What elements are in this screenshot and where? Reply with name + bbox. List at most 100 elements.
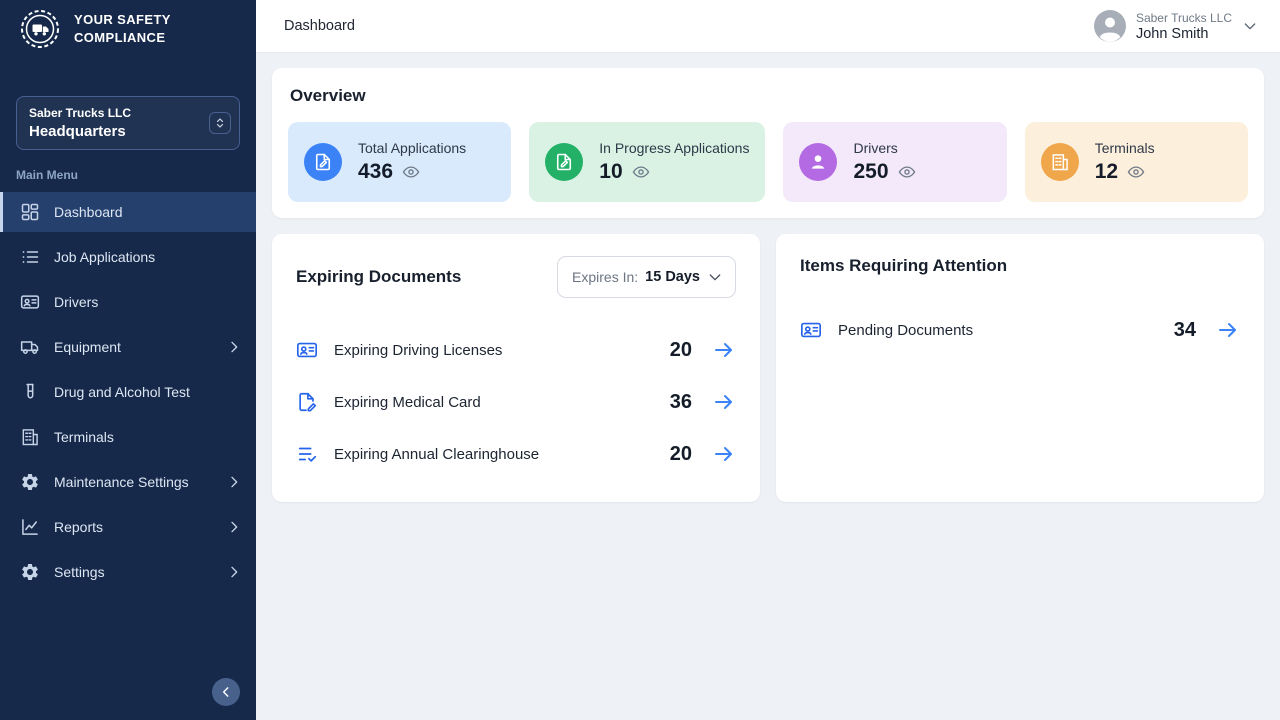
arrow-right-icon[interactable] — [712, 442, 736, 466]
stat-value: 12 — [1095, 160, 1118, 184]
chevron-right-icon — [226, 519, 242, 535]
sidebar-item-drivers[interactable]: Drivers — [0, 282, 256, 322]
brand: YOUR SAFETY COMPLIANCE — [0, 0, 256, 58]
expires-in-select[interactable]: Expires In: 15 Days — [557, 256, 736, 298]
file-edit-icon — [304, 143, 342, 181]
sidebar-collapse-button[interactable] — [212, 678, 240, 706]
expires-in-value: 15 Days — [645, 269, 700, 285]
stat-text: Total Applications 436 — [358, 140, 466, 184]
arrow-right-icon[interactable] — [712, 390, 736, 414]
chevron-right-icon — [226, 564, 242, 580]
sidebar-item-terminals[interactable]: Terminals — [0, 417, 256, 457]
building-icon — [20, 427, 40, 447]
sidebar-item-label: Equipment — [54, 339, 212, 355]
dashboard-icon — [20, 202, 40, 222]
brand-name-line2: COMPLIANCE — [74, 29, 171, 47]
expiring-row-label: Expiring Annual Clearinghouse — [334, 446, 670, 463]
stat-value: 250 — [853, 160, 888, 184]
expiring-row-label: Expiring Driving Licenses — [334, 342, 670, 359]
attention-list: Pending Documents 34 — [800, 304, 1240, 356]
brand-logo-icon — [20, 9, 60, 49]
overview-card: Overview Total Applications 436 — [272, 68, 1264, 218]
arrow-right-icon[interactable] — [1216, 318, 1240, 342]
sidebar-item-reports[interactable]: Reports — [0, 507, 256, 547]
brand-name: YOUR SAFETY COMPLIANCE — [74, 11, 171, 47]
eye-icon[interactable] — [898, 163, 916, 181]
stat-label: Drivers — [853, 140, 915, 156]
sidebar-item-label: Job Applications — [54, 249, 242, 265]
page-title: Dashboard — [284, 18, 355, 34]
items-requiring-attention-card: Items Requiring Attention Pending Docume… — [776, 234, 1264, 502]
building-icon — [1041, 143, 1079, 181]
expiring-row-label: Expiring Medical Card — [334, 394, 670, 411]
main-content: Overview Total Applications 436 — [256, 53, 1280, 720]
expiring-row-driving-licenses: Expiring Driving Licenses 20 — [296, 324, 736, 376]
sidebar-item-job-applications[interactable]: Job Applications — [0, 237, 256, 277]
sidebar-item-maintenance-settings[interactable]: Maintenance Settings — [0, 462, 256, 502]
expiring-documents-card: Expiring Documents Expires In: 15 Days E… — [272, 234, 760, 502]
chevron-right-icon — [226, 339, 242, 355]
list-check-icon — [296, 443, 320, 465]
id-card-icon — [296, 339, 320, 361]
stat-value: 10 — [599, 160, 622, 184]
stats-row: Total Applications 436 In Progress Appli… — [288, 122, 1248, 202]
arrow-right-icon[interactable] — [712, 338, 736, 362]
stat-card-total-applications: Total Applications 436 — [288, 122, 511, 202]
gear-icon — [20, 472, 40, 492]
sidebar-item-label: Settings — [54, 564, 212, 580]
chevron-right-icon — [226, 474, 242, 490]
file-edit-icon — [545, 143, 583, 181]
list-icon — [20, 247, 40, 267]
company-selector-location: Headquarters — [29, 123, 199, 140]
expiring-row-medical-card: Expiring Medical Card 36 — [296, 376, 736, 428]
eye-icon[interactable] — [402, 163, 420, 181]
id-card-icon — [800, 319, 824, 341]
expires-in-label: Expires In: — [572, 269, 638, 285]
chart-icon — [20, 517, 40, 537]
sidebar-item-settings[interactable]: Settings — [0, 552, 256, 592]
sidebar: YOUR SAFETY COMPLIANCE Saber Trucks LLC … — [0, 0, 256, 720]
stat-text: In Progress Applications 10 — [599, 140, 749, 184]
chevron-down-icon — [1242, 18, 1258, 34]
sidebar-item-label: Reports — [54, 519, 212, 535]
sidebar-item-drug-and-alcohol-test[interactable]: Drug and Alcohol Test — [0, 372, 256, 412]
id-card-icon — [20, 292, 40, 312]
stat-card-in-progress-applications: In Progress Applications 10 — [529, 122, 765, 202]
truck-icon — [20, 337, 40, 357]
chevron-down-icon — [707, 269, 723, 285]
stat-label: Terminals — [1095, 140, 1155, 156]
stat-value: 436 — [358, 160, 393, 184]
sidebar-item-label: Dashboard — [54, 204, 242, 220]
person-icon — [799, 143, 837, 181]
sidebar-item-equipment[interactable]: Equipment — [0, 327, 256, 367]
stat-text: Terminals 12 — [1095, 140, 1155, 184]
stat-label: Total Applications — [358, 140, 466, 156]
sidebar-item-dashboard[interactable]: Dashboard — [0, 192, 256, 232]
stat-card-terminals: Terminals 12 — [1025, 122, 1248, 202]
gear-icon — [20, 562, 40, 582]
brand-name-line1: YOUR SAFETY — [74, 11, 171, 29]
expiring-row-count: 20 — [670, 443, 692, 466]
user-menu[interactable]: Saber Trucks LLC John Smith — [1094, 10, 1258, 42]
eye-icon[interactable] — [1127, 163, 1145, 181]
chevron-up-down-icon — [209, 112, 231, 134]
stat-card-drivers: Drivers 250 — [783, 122, 1006, 202]
expiring-documents-list: Expiring Driving Licenses 20 Expiring Me… — [296, 324, 736, 480]
expiring-row-annual-clearinghouse: Expiring Annual Clearinghouse 20 — [296, 428, 736, 480]
stat-label: In Progress Applications — [599, 140, 749, 156]
expiring-documents-title: Expiring Documents — [296, 267, 461, 287]
user-company: Saber Trucks LLC — [1136, 11, 1232, 25]
stat-text: Drivers 250 — [853, 140, 915, 184]
eye-icon[interactable] — [632, 163, 650, 181]
lower-cards-row: Expiring Documents Expires In: 15 Days E… — [272, 234, 1264, 502]
avatar — [1094, 10, 1126, 42]
vial-icon — [20, 382, 40, 402]
company-selector-company: Saber Trucks LLC — [29, 106, 199, 120]
sidebar-item-label: Drivers — [54, 294, 242, 310]
expiring-row-count: 36 — [670, 391, 692, 414]
attention-row-label: Pending Documents — [838, 322, 1174, 339]
sidebar-menu: Dashboard Job Applications Drivers Equip… — [0, 192, 256, 592]
company-selector[interactable]: Saber Trucks LLC Headquarters — [16, 96, 240, 150]
overview-title: Overview — [288, 86, 1248, 106]
attention-row-count: 34 — [1174, 319, 1196, 342]
